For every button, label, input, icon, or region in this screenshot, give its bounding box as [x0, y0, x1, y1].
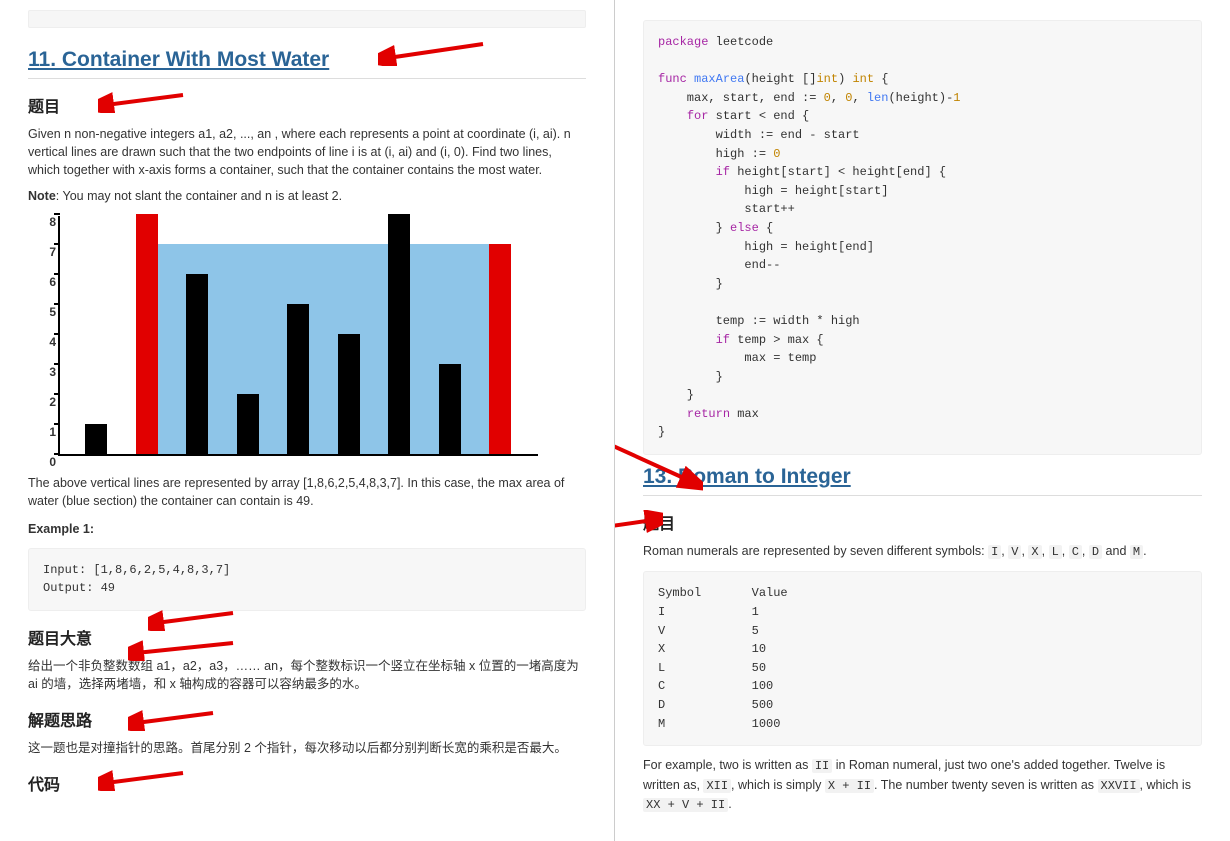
example-code: Input: [1,8,6,2,5,4,8,3,7] Output: 49 [28, 548, 586, 611]
problem-11-title[interactable]: 11. Container With Most Water [28, 48, 586, 79]
section-meaning: 题目大意 [28, 625, 586, 649]
problem-note: Note: You may not slant the container an… [28, 187, 586, 205]
section-code: 代码 [28, 771, 586, 795]
section-solution: 解题思路 [28, 707, 586, 731]
roman-table: Symbol Value I 1 V 5 X 10 L 50 C 100 D 5… [643, 571, 1202, 746]
go-code-block: package leetcode func maxArea(height []i… [643, 20, 1202, 455]
chart-caption: The above vertical lines are represented… [28, 474, 586, 510]
roman-desc: Roman numerals are represented by seven … [643, 542, 1202, 561]
solution-text: 这一题也是对撞指针的思路。首尾分别 2 个指针，每次移动以后都分别判断长宽的乘积… [28, 739, 586, 757]
example-label: Example 1: [28, 520, 586, 538]
prev-block-footer [28, 10, 586, 28]
roman-para2: For example, two is written as II in Rom… [643, 756, 1202, 814]
problem-13-title[interactable]: 13. Roman to Integer [643, 465, 1202, 496]
section-problem-13: 题目 [643, 510, 1202, 534]
meaning-text: 给出一个非负整数数组 a1，a2，a3，…… an，每个整数标识一个竖立在坐标轴… [28, 657, 586, 693]
container-chart: 012345678 [28, 216, 538, 466]
section-problem: 题目 [28, 93, 586, 117]
problem-description: Given n non-negative integers a1, a2, ..… [28, 125, 586, 179]
